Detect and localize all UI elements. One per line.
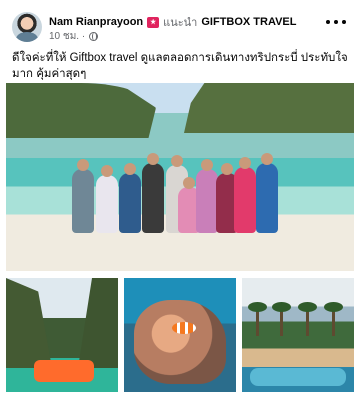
page-name[interactable]: GIFTBOX TRAVEL (201, 16, 296, 28)
more-options-icon[interactable] (326, 15, 346, 29)
photo-clownfish-coral[interactable] (124, 278, 236, 392)
globe-icon (89, 32, 99, 41)
author-avatar[interactable] (12, 12, 42, 42)
post-time[interactable]: 10 ชม. · (49, 29, 85, 44)
recommend-flag-icon (147, 16, 160, 28)
photo-boat-cliffs[interactable] (6, 278, 118, 392)
post-meta: 10 ชม. · (49, 29, 99, 44)
post-text: ดีใจค่ะที่ให้ Giftbox travel ดูแลตลอดการ… (12, 52, 348, 80)
group-photo-beach[interactable] (6, 83, 354, 271)
post-header: Nam Rianprayoon แนะนำ GIFTBOX TRAVEL 10 … (0, 0, 360, 46)
author-name[interactable]: Nam Rianprayoon (49, 16, 143, 28)
recommend-label: แนะนำ (163, 17, 198, 29)
photo-resort-pool[interactable] (242, 278, 354, 392)
